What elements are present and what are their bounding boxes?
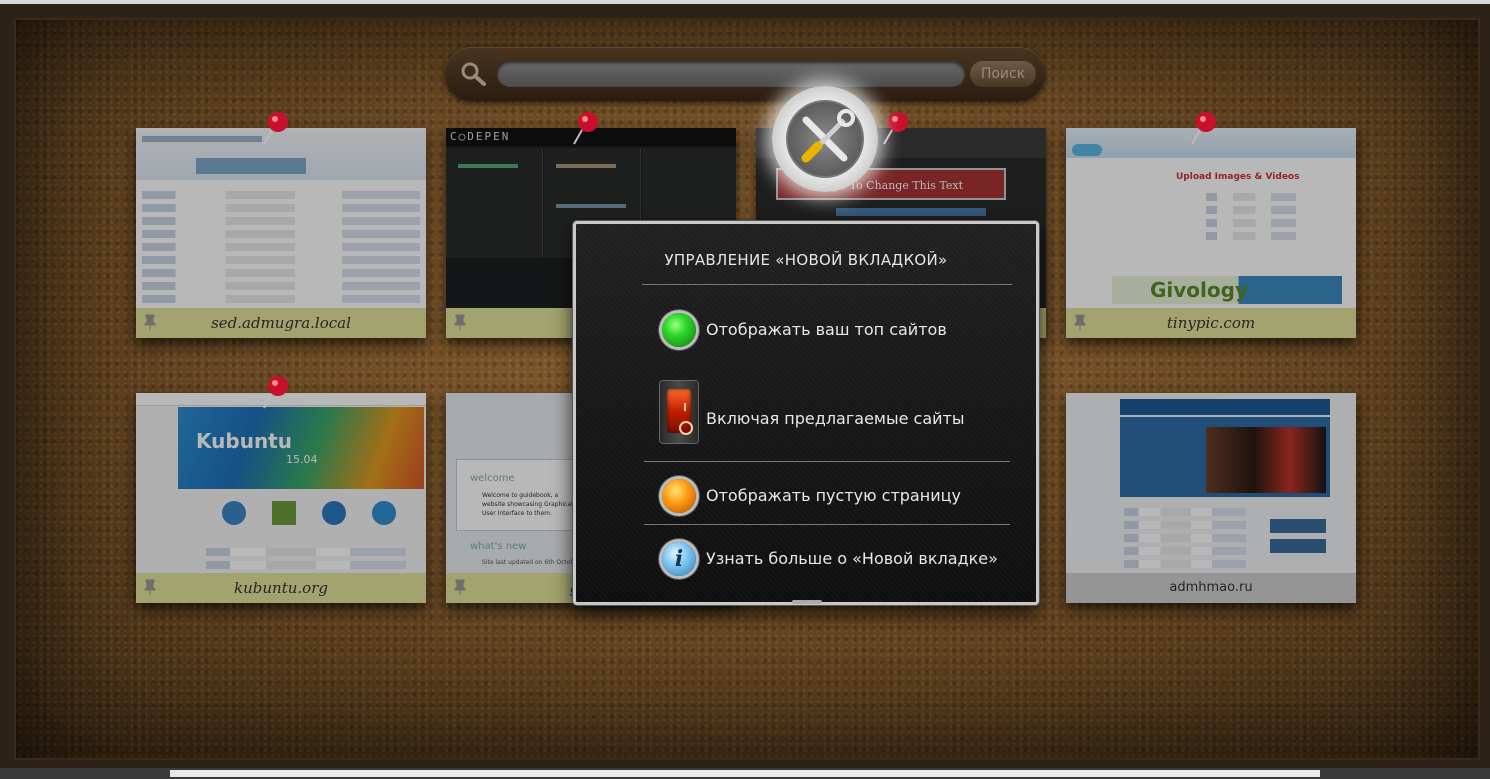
pushpin-icon <box>263 112 288 145</box>
speed-dial-tile-sed[interactable]: sed.admugra.local <box>136 128 426 338</box>
pin-icon[interactable] <box>1074 314 1086 330</box>
tools-icon <box>786 100 864 178</box>
option-label: Отображать пустую страницу <box>706 486 961 505</box>
option-label: Отображать ваш топ сайтов <box>706 320 947 339</box>
site-thumbnail: Upload Images & Videos Givology <box>1066 128 1356 308</box>
divider <box>644 524 1010 525</box>
tile-caption: admhmao.ru <box>1066 573 1356 603</box>
speed-dial-tile-admhmao[interactable]: admhmao.ru <box>1066 393 1356 603</box>
search-icon <box>461 62 486 86</box>
pin-icon[interactable] <box>144 579 156 595</box>
tile-caption: tinypic.com <box>1066 308 1356 338</box>
scrollbar-thumb[interactable] <box>170 770 1320 777</box>
site-thumbnail <box>1066 393 1356 573</box>
pushpin-icon <box>263 376 288 409</box>
panel-title: УПРАВЛЕНИЕ «НОВОЙ ВКЛАДКОЙ» <box>664 251 948 269</box>
divider <box>642 284 1012 285</box>
settings-button[interactable] <box>772 86 878 192</box>
horizontal-scrollbar[interactable] <box>0 768 1490 779</box>
option-include-suggested[interactable]: Включая предлагаемые сайты <box>660 381 1020 443</box>
divider <box>644 461 1010 462</box>
speed-dial-tile-tinypic[interactable]: Upload Images & Videos Givology tinypic.… <box>1066 128 1356 338</box>
orange-radio-icon <box>662 479 696 513</box>
pin-icon[interactable] <box>144 314 156 330</box>
new-tab-settings-panel: УПРАВЛЕНИЕ «НОВОЙ ВКЛАДКОЙ» Отображать в… <box>573 221 1039 605</box>
toggle-switch-icon[interactable] <box>660 381 698 443</box>
pushpin-icon <box>1191 112 1216 145</box>
option-label: Узнать больше о «Новой вкладке» <box>706 549 998 568</box>
green-radio-icon <box>662 313 696 347</box>
site-thumbnail: Kubuntu 15.04 <box>136 393 426 573</box>
search-button[interactable]: Поиск <box>970 61 1036 87</box>
tile-caption: kubuntu.org <box>136 573 426 603</box>
pushpin-icon <box>883 112 908 145</box>
speed-dial-tile-kubuntu[interactable]: Kubuntu 15.04 kubuntu.org <box>136 393 426 603</box>
pushpin-icon <box>573 112 598 145</box>
search-bar: Поиск <box>445 47 1045 101</box>
option-show-blank-page[interactable]: Отображать пустую страницу <box>660 476 1020 516</box>
pin-icon[interactable] <box>454 579 466 595</box>
search-input[interactable] <box>497 61 965 87</box>
option-learn-more[interactable]: i Узнать больше о «Новой вкладке» <box>660 539 1020 579</box>
info-icon: i <box>662 542 696 576</box>
option-show-top-sites[interactable]: Отображать ваш топ сайтов <box>660 310 1020 350</box>
tile-caption: sed.admugra.local <box>136 308 426 338</box>
option-label: Включая предлагаемые сайты <box>706 409 965 428</box>
site-thumbnail <box>136 128 426 316</box>
pin-icon[interactable] <box>454 314 466 330</box>
panel-grip <box>792 600 822 604</box>
